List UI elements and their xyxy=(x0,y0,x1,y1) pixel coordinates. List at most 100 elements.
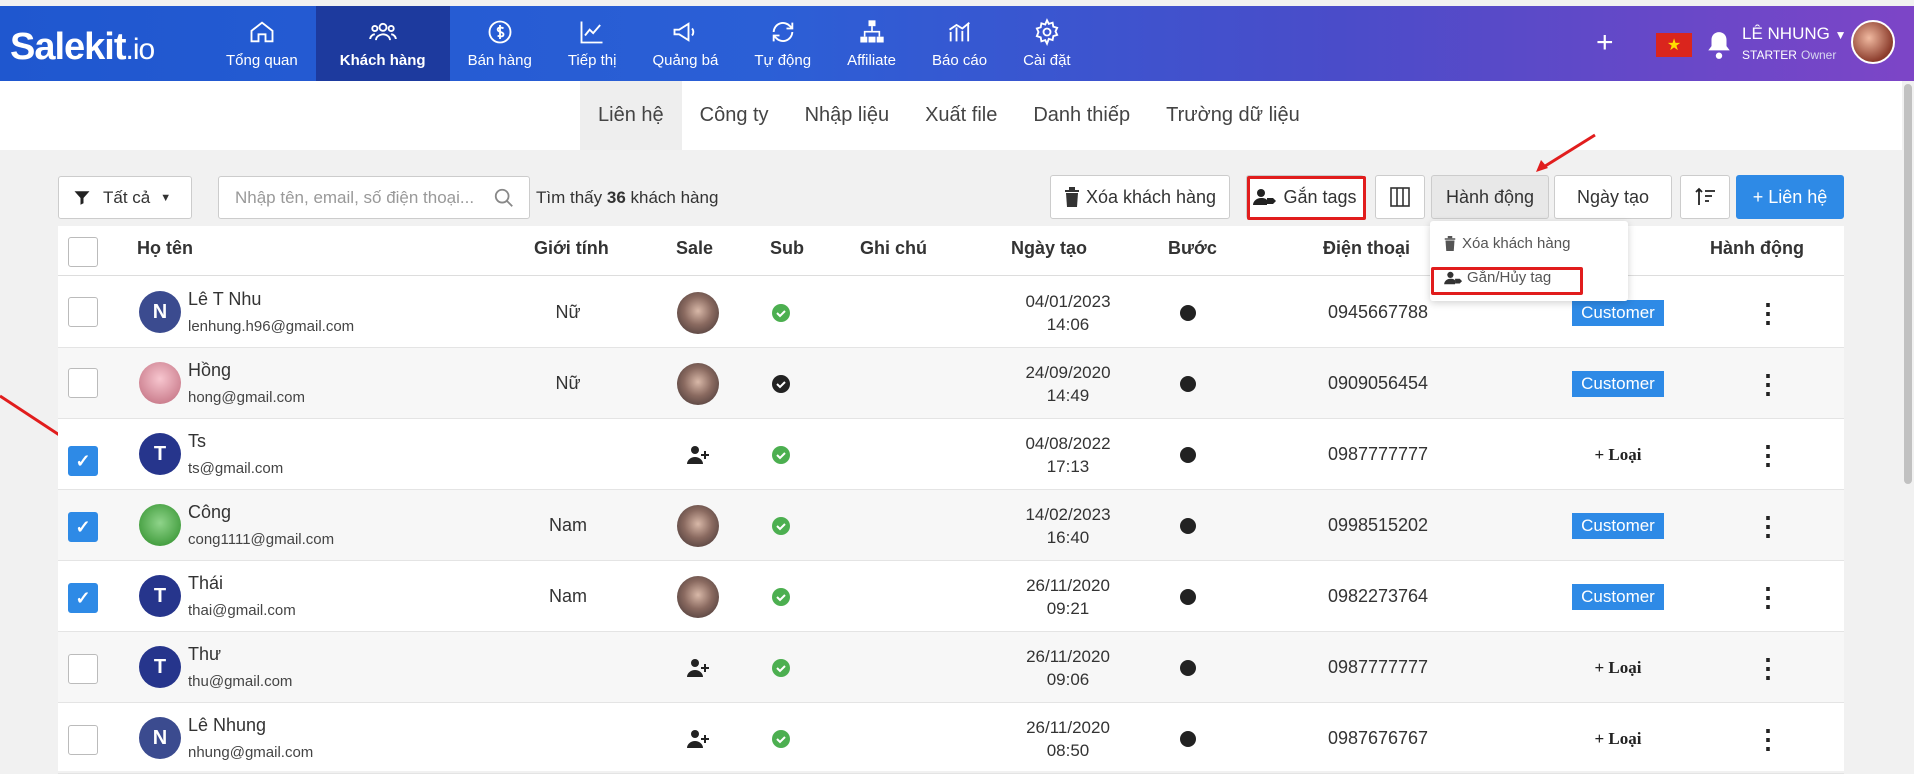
row-checkbox[interactable]: ✓ xyxy=(68,512,98,542)
step-dot[interactable] xyxy=(1153,632,1223,703)
avatar: T xyxy=(139,433,181,475)
table-row[interactable]: Hồng hong@gmail.com Nữ 24/09/2020 14:49 0… xyxy=(58,348,1844,419)
created-date: 26/11/2020 09:21 xyxy=(1026,576,1110,618)
customer-name[interactable]: Công xyxy=(188,502,231,523)
created-date: 04/08/2022 17:13 xyxy=(1025,434,1111,476)
customer-table: Họ tên Giới tính Sale Sub Ghi chú Ngày t… xyxy=(58,226,1844,774)
step-dot[interactable] xyxy=(1153,490,1223,561)
row-menu-icon[interactable]: ⋮ xyxy=(1698,490,1838,561)
row-menu-icon[interactable]: ⋮ xyxy=(1698,561,1838,632)
sale-avatar[interactable] xyxy=(663,490,733,561)
add-type-button[interactable]: + Loại xyxy=(1518,632,1718,703)
arrow-head xyxy=(1536,160,1548,172)
gender: Nam xyxy=(548,586,587,606)
highlight-tag-menu-item xyxy=(1431,267,1583,295)
row-checkbox[interactable] xyxy=(68,297,98,327)
avatar: N xyxy=(139,717,181,759)
customer-name[interactable]: Ts xyxy=(188,431,206,452)
phone: 0998515202 xyxy=(1327,515,1429,535)
avatar xyxy=(139,504,181,546)
phone: 0987777777 xyxy=(1327,657,1429,677)
col-buoc[interactable]: Bước xyxy=(1168,238,1217,259)
row-checkbox[interactable] xyxy=(68,368,98,398)
gender xyxy=(498,632,638,703)
row-menu-icon[interactable]: ⋮ xyxy=(1698,632,1838,703)
created-date: 26/11/2020 08:50 xyxy=(1026,718,1110,760)
trash-icon xyxy=(1444,236,1456,251)
col-ghi-chu[interactable]: Ghi chú xyxy=(860,238,927,259)
step-dot[interactable] xyxy=(1153,419,1223,490)
table-row[interactable]: ✓ T Ts ts@gmail.com 04/08/2022 17:13 0987… xyxy=(58,419,1844,490)
check-circle-icon xyxy=(751,703,811,774)
gender: Nam xyxy=(548,515,587,535)
scrollbar-thumb[interactable] xyxy=(1904,84,1912,484)
add-type-button[interactable]: + Loại xyxy=(1518,703,1718,774)
customer-email: cong1111@gmail.com xyxy=(188,531,335,548)
step-dot[interactable] xyxy=(1153,703,1223,774)
customer-name[interactable]: Lê T Nhu xyxy=(188,289,261,310)
step-dot[interactable] xyxy=(1153,561,1223,632)
col-sale[interactable]: Sale xyxy=(676,238,713,259)
avatar: T xyxy=(139,646,181,688)
phone: 0987777777 xyxy=(1327,444,1429,464)
check-circle-icon xyxy=(751,561,811,632)
check-circle-icon xyxy=(751,419,811,490)
row-menu-icon[interactable]: ⋮ xyxy=(1698,419,1838,490)
col-dien-thoai[interactable]: Điện thoại xyxy=(1323,238,1410,259)
created-date: 24/09/2020 14:49 xyxy=(1025,363,1111,405)
avatar: N xyxy=(139,291,181,333)
assign-sale-icon[interactable] xyxy=(663,419,733,490)
table-row[interactable]: ✓ T Thái thai@gmail.com Nam 26/11/2020 09… xyxy=(58,561,1844,632)
assign-sale-icon[interactable] xyxy=(663,632,733,703)
tag-badge[interactable]: Customer xyxy=(1518,348,1718,419)
arrow-to-actions xyxy=(1541,133,1596,170)
col-gioi-tinh[interactable]: Giới tính xyxy=(534,238,609,259)
menu-item-delete[interactable]: Xóa khách hàng xyxy=(1444,235,1570,252)
created-date: 14/02/2023 16:40 xyxy=(1025,505,1111,547)
customer-name[interactable]: Hồng xyxy=(188,360,231,381)
gender: Nữ xyxy=(555,302,581,322)
step-dot[interactable] xyxy=(1153,277,1223,348)
customer-email: ts@gmail.com xyxy=(188,460,284,477)
row-checkbox[interactable]: ✓ xyxy=(68,446,98,476)
gender xyxy=(498,419,638,490)
row-menu-icon[interactable]: ⋮ xyxy=(1698,348,1838,419)
check-circle-icon xyxy=(751,277,811,348)
gender: Nữ xyxy=(555,373,581,393)
customer-name[interactable]: Thái xyxy=(188,573,223,594)
phone: 0987676767 xyxy=(1327,728,1429,748)
customer-email: thu@gmail.com xyxy=(188,673,293,690)
step-dot[interactable] xyxy=(1153,348,1223,419)
sale-avatar[interactable] xyxy=(663,277,733,348)
sale-avatar[interactable] xyxy=(663,561,733,632)
customer-email: nhung@gmail.com xyxy=(188,744,314,761)
customer-name[interactable]: Thư xyxy=(188,644,221,665)
customer-name[interactable]: Lê Nhung xyxy=(188,715,266,736)
created-date: 26/11/2020 09:06 xyxy=(1026,647,1110,689)
table-row[interactable]: T Thư thu@gmail.com 26/11/2020 09:06 0987… xyxy=(58,632,1844,703)
assign-sale-icon[interactable] xyxy=(663,703,733,774)
row-checkbox[interactable] xyxy=(68,725,98,755)
tag-badge[interactable]: Customer xyxy=(1518,490,1718,561)
row-menu-icon[interactable]: ⋮ xyxy=(1698,703,1838,774)
sale-avatar[interactable] xyxy=(663,348,733,419)
check-circle-icon xyxy=(751,632,811,703)
phone: 0909056454 xyxy=(1327,373,1429,393)
check-circle-icon xyxy=(751,490,811,561)
col-hanh-dong[interactable]: Hành động xyxy=(1710,238,1804,259)
customer-email: lenhung.h96@gmail.com xyxy=(188,318,355,335)
row-menu-icon[interactable]: ⋮ xyxy=(1698,277,1838,348)
tag-badge[interactable]: Customer xyxy=(1518,561,1718,632)
table-row[interactable]: N Lê Nhung nhung@gmail.com 26/11/2020 08:… xyxy=(58,703,1844,774)
avatar: T xyxy=(139,575,181,617)
avatar xyxy=(139,362,181,404)
col-sub[interactable]: Sub xyxy=(770,238,804,259)
col-ho-ten[interactable]: Họ tên xyxy=(137,238,193,259)
add-type-button[interactable]: + Loại xyxy=(1518,419,1718,490)
row-checkbox[interactable]: ✓ xyxy=(68,583,98,613)
table-row[interactable]: ✓ Công cong1111@gmail.com Nam 14/02/2023… xyxy=(58,490,1844,561)
check-circle-dark-icon xyxy=(751,348,811,419)
col-ngay-tao[interactable]: Ngày tạo xyxy=(1011,238,1087,259)
row-checkbox[interactable] xyxy=(68,654,98,684)
select-all-checkbox[interactable] xyxy=(68,237,98,267)
